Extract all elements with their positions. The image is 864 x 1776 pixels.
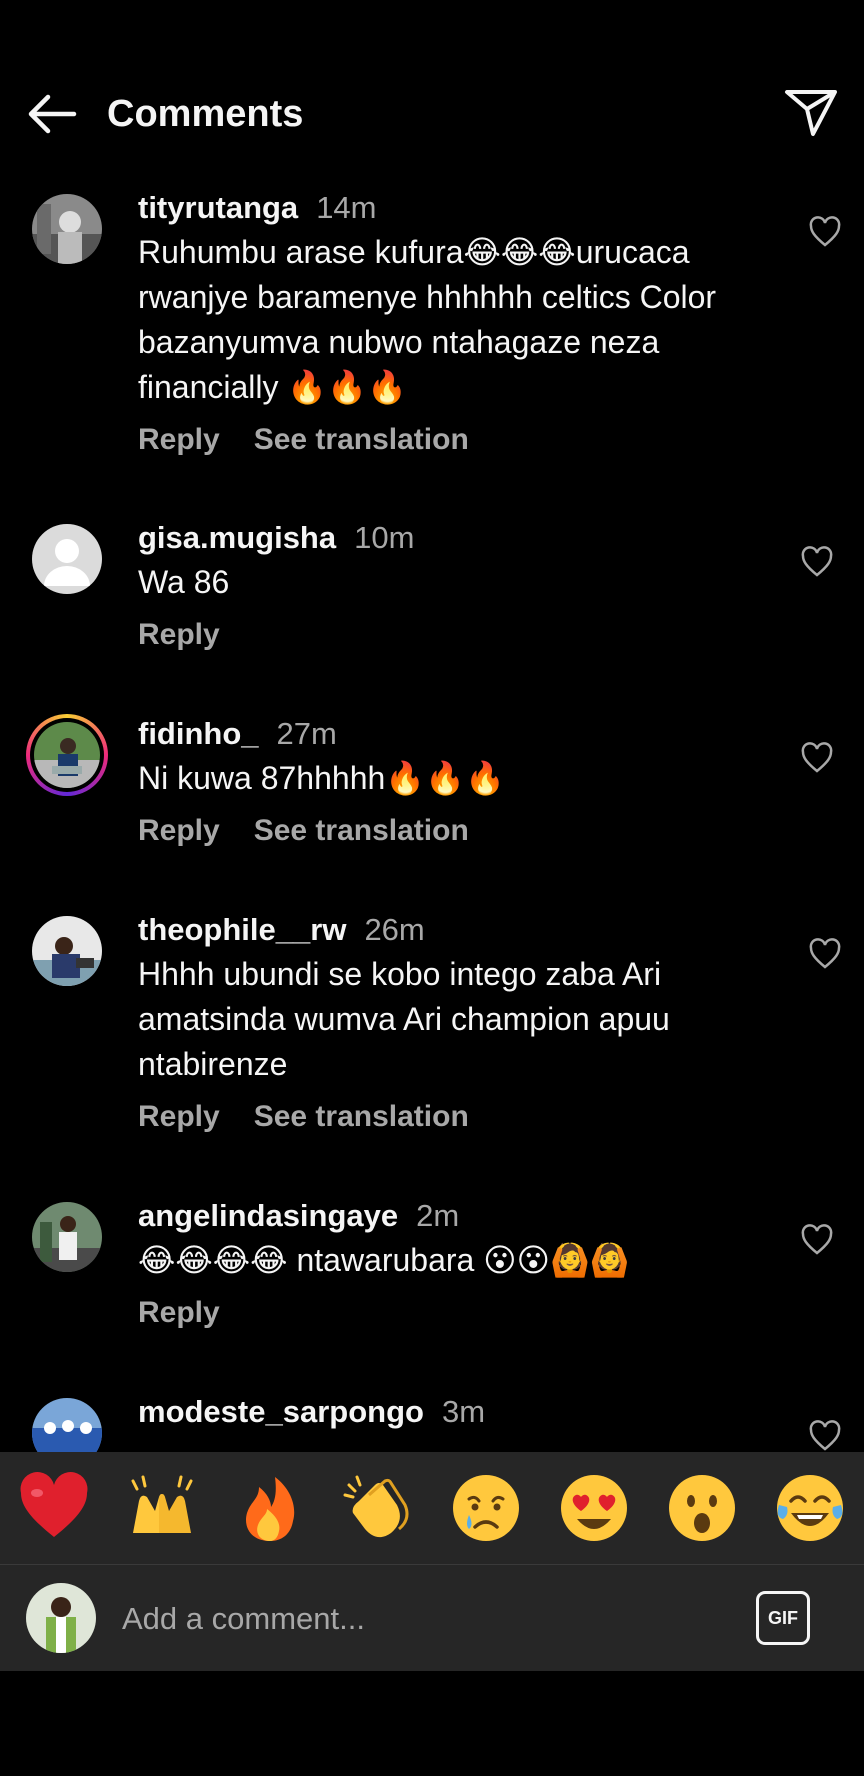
quick-reactions-bar bbox=[0, 1452, 864, 1564]
see-translation-button[interactable]: See translation bbox=[254, 1100, 469, 1133]
comment-item: fidinho_ 27m Ni kuwa 87hhhhh🔥🔥🔥 Reply See … bbox=[0, 696, 864, 892]
comment-input[interactable] bbox=[120, 1589, 724, 1649]
comment-composer: GIF bbox=[0, 1564, 864, 1671]
comment-username[interactable]: fidinho_ bbox=[138, 716, 259, 751]
avatar-story-ring[interactable] bbox=[26, 714, 108, 796]
avatar[interactable] bbox=[32, 916, 102, 986]
reply-button[interactable]: Reply bbox=[138, 423, 220, 456]
comment-item: angelindasingaye 2m 😂😂😂😂 ntawarubara 😮😮🙆🙆… bbox=[0, 1178, 864, 1374]
comment-text: 😂😂😂😂 ntawarubara 😮😮🙆🙆 bbox=[138, 1242, 630, 1278]
comment-text: Hhhh ubundi se kobo intego zaba Ari amat… bbox=[138, 956, 670, 1082]
avatar-image bbox=[32, 916, 102, 986]
heart-icon[interactable] bbox=[800, 1224, 834, 1256]
header-bar: Comments bbox=[0, 0, 864, 170]
comment-username[interactable]: angelindasingaye bbox=[138, 1198, 398, 1233]
clapping-hands-emoji-button[interactable] bbox=[341, 1471, 415, 1545]
fire-emoji-button[interactable] bbox=[233, 1471, 307, 1545]
comment-time: 3m bbox=[441, 1394, 486, 1429]
avatar[interactable] bbox=[32, 194, 102, 264]
heart-eyes-emoji-button[interactable] bbox=[557, 1471, 631, 1545]
comment-text: Ruhumbu arase kufura😂😂😂urucaca rwanjye b… bbox=[138, 234, 717, 405]
comment-item: tityrutanga 14m Ruhumbu arase kufura😂😂😂ur… bbox=[0, 170, 864, 500]
gif-button[interactable]: GIF bbox=[756, 1591, 810, 1645]
reply-button[interactable]: Reply bbox=[138, 618, 220, 651]
comment-text: Ni kuwa 87hhhhh🔥🔥🔥 bbox=[138, 760, 505, 796]
comment-item: modeste_sarpongo 3m bbox=[0, 1374, 864, 1452]
arrow-left-icon[interactable] bbox=[26, 88, 78, 140]
paper-plane-icon[interactable] bbox=[784, 88, 838, 138]
see-translation-button[interactable]: See translation bbox=[254, 423, 469, 456]
heart-icon[interactable] bbox=[808, 1420, 842, 1452]
heart-icon[interactable] bbox=[800, 742, 834, 774]
reply-button[interactable]: Reply bbox=[138, 814, 220, 847]
comment-time: 2m bbox=[416, 1198, 460, 1233]
sad-tear-emoji-button[interactable] bbox=[449, 1471, 523, 1545]
see-translation-button[interactable]: See translation bbox=[254, 814, 469, 847]
surprised-face-emoji-button[interactable] bbox=[665, 1471, 739, 1545]
current-user-avatar[interactable] bbox=[26, 1583, 96, 1653]
heart-icon[interactable] bbox=[800, 546, 834, 578]
comment-username[interactable]: tityrutanga bbox=[138, 190, 298, 225]
comment-time: 26m bbox=[364, 912, 425, 947]
avatar-image bbox=[32, 1398, 102, 1452]
comment-username[interactable]: modeste_sarpongo bbox=[138, 1394, 424, 1429]
reply-button[interactable]: Reply bbox=[138, 1296, 220, 1329]
tears-of-joy-emoji-button[interactable] bbox=[773, 1471, 847, 1545]
avatar[interactable] bbox=[32, 1398, 102, 1452]
comment-time: 14m bbox=[316, 190, 377, 225]
comments-list[interactable]: tityrutanga 14m Ruhumbu arase kufura😂😂😂ur… bbox=[0, 170, 864, 1452]
comment-username[interactable]: theophile__rw bbox=[138, 912, 346, 947]
default-avatar-icon bbox=[32, 524, 102, 594]
comment-item: theophile__rw 26m Hhhh ubundi se kobo int… bbox=[0, 892, 864, 1178]
page-title: Comments bbox=[107, 93, 304, 135]
comment-time: 27m bbox=[276, 716, 337, 751]
comment-time: 10m bbox=[354, 520, 415, 555]
heart-icon[interactable] bbox=[808, 938, 842, 970]
red-heart-emoji-button[interactable] bbox=[17, 1471, 91, 1545]
raising-hands-emoji-button[interactable] bbox=[125, 1471, 199, 1545]
avatar[interactable] bbox=[32, 524, 102, 594]
avatar-image bbox=[26, 1583, 96, 1653]
comment-item: gisa.mugisha 10m Wa 86 Reply bbox=[0, 500, 864, 696]
heart-icon[interactable] bbox=[808, 216, 842, 248]
avatar-image bbox=[34, 722, 100, 788]
comment-text: Wa 86 bbox=[138, 564, 230, 600]
reply-button[interactable]: Reply bbox=[138, 1100, 220, 1133]
avatar[interactable] bbox=[32, 1202, 102, 1272]
comment-username[interactable]: gisa.mugisha bbox=[138, 520, 336, 555]
avatar-image bbox=[32, 1202, 102, 1272]
avatar-image bbox=[32, 194, 102, 264]
